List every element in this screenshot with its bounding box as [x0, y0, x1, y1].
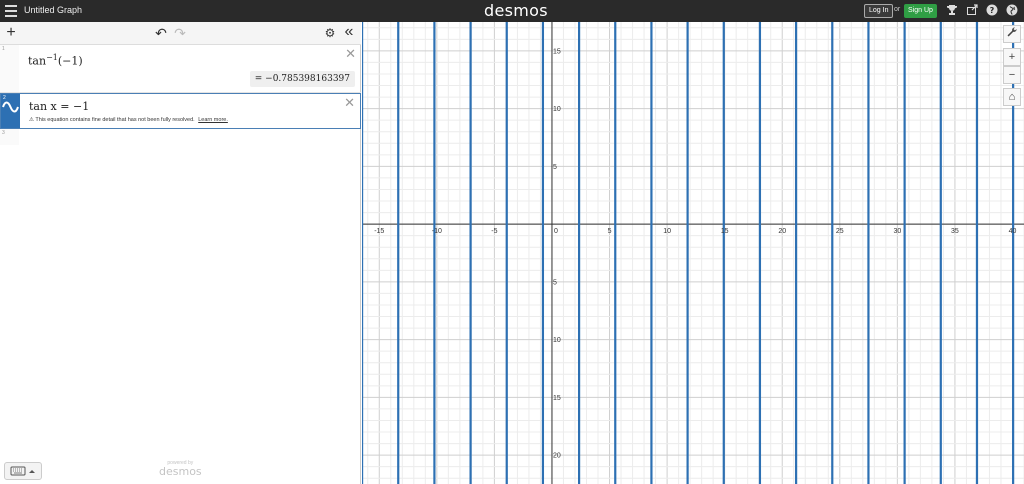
- zoom-out-button[interactable]: −: [1003, 66, 1021, 84]
- x-tick-label: 5: [608, 228, 612, 235]
- graph-canvas[interactable]: -15 -10 -5 0 5 10 15 20 25 30 35 40 15 10 5 5 10 15 20: [362, 22, 1024, 484]
- y-tick-label: 15: [553, 395, 561, 402]
- x-tick-label: 20: [778, 228, 786, 235]
- menu-icon[interactable]: [5, 5, 17, 17]
- learn-more-link[interactable]: Learn more.: [198, 117, 228, 123]
- expression-toolbar: + ↶ ↷ ⚙ «: [0, 22, 361, 45]
- expression-gutter: 3: [0, 129, 19, 145]
- warning-text: This equation contains fine detail that …: [35, 117, 195, 123]
- math-argument: (−1): [57, 54, 83, 68]
- math-superscript: −1: [46, 53, 58, 62]
- expression-1-math[interactable]: tan−1(−1): [28, 53, 83, 68]
- share-icon[interactable]: [965, 4, 979, 18]
- y-tick-label: 5: [553, 279, 557, 286]
- y-tick-label: 20: [553, 453, 561, 460]
- top-bar: Untitled Graph desmos Log In or Sign Up …: [0, 0, 1024, 22]
- expression-number: 3: [2, 130, 5, 136]
- x-tick-label: -15: [374, 228, 384, 235]
- y-tick-label: 10: [553, 337, 561, 344]
- undo-button[interactable]: ↶: [153, 25, 169, 41]
- add-expression-button[interactable]: +: [3, 25, 19, 41]
- delete-expression-2-icon[interactable]: ✕: [344, 96, 355, 109]
- expression-3-empty[interactable]: 3: [0, 129, 361, 145]
- x-tick-label: 35: [951, 228, 959, 235]
- expression-gutter: 2: [1, 94, 20, 128]
- svg-text:?: ?: [990, 6, 995, 15]
- powered-by-desmos: powered by desmos: [159, 460, 202, 478]
- powered-by-brand: desmos: [159, 465, 202, 478]
- keyboard-icon: [10, 466, 35, 476]
- x-tick-label: 25: [836, 228, 844, 235]
- expression-number: 1: [2, 46, 5, 52]
- x-tick-label: 0: [554, 228, 558, 235]
- trophy-icon[interactable]: [945, 4, 959, 18]
- keypad-toggle-button[interactable]: [4, 462, 42, 480]
- expression-list-panel: + ↶ ↷ ⚙ « 1 tan−1(−1) ✕ = −0.78539816339…: [0, 22, 361, 484]
- x-tick-label: 40: [1009, 228, 1017, 235]
- help-icon[interactable]: ?: [985, 4, 999, 18]
- expression-1[interactable]: 1 tan−1(−1) ✕ = −0.785398163397: [0, 45, 361, 93]
- x-tick-label: 15: [721, 228, 729, 235]
- signup-button[interactable]: Sign Up: [904, 4, 937, 18]
- settings-gear-button[interactable]: ⚙: [322, 25, 338, 41]
- x-tick-label: 30: [893, 228, 901, 235]
- graph-paper[interactable]: -15 -10 -5 0 5 10 15 20 25 30 35 40 15 10 5 5 10 15 20: [362, 22, 1024, 484]
- or-text: or: [894, 6, 901, 13]
- expression-gutter: 1: [0, 45, 19, 92]
- graph-settings-wrench-icon[interactable]: [1003, 25, 1021, 43]
- x-tick-label: -5: [491, 228, 497, 235]
- x-tick-label: 10: [663, 228, 671, 235]
- login-button[interactable]: Log In: [864, 4, 894, 18]
- collapse-panel-button[interactable]: «: [341, 24, 357, 41]
- warning-icon: ⚠: [29, 117, 34, 123]
- redo-button[interactable]: ↷: [172, 25, 188, 41]
- math-func: tan: [28, 54, 47, 68]
- evaluation-result: = −0.785398163397: [249, 71, 355, 87]
- x-tick-label: -10: [432, 228, 442, 235]
- globe-icon[interactable]: [1005, 4, 1019, 18]
- desmos-logo: desmos: [484, 1, 548, 20]
- sine-wave-icon[interactable]: [2, 101, 19, 113]
- expression-2[interactable]: 2 tan x = −1 ✕ ⚠ This equation contains …: [0, 93, 361, 129]
- graph-title[interactable]: Untitled Graph: [24, 5, 82, 15]
- delete-expression-1-icon[interactable]: ✕: [345, 47, 356, 60]
- zoom-in-button[interactable]: +: [1003, 48, 1021, 66]
- y-tick-label: 15: [553, 48, 561, 55]
- home-zoom-button[interactable]: ⌂: [1003, 88, 1021, 106]
- expression-2-math[interactable]: tan x = −1: [29, 100, 89, 113]
- y-tick-label: 10: [553, 106, 561, 113]
- resolution-warning: ⚠ This equation contains fine detail tha…: [29, 117, 228, 123]
- y-tick-label: 5: [553, 164, 557, 171]
